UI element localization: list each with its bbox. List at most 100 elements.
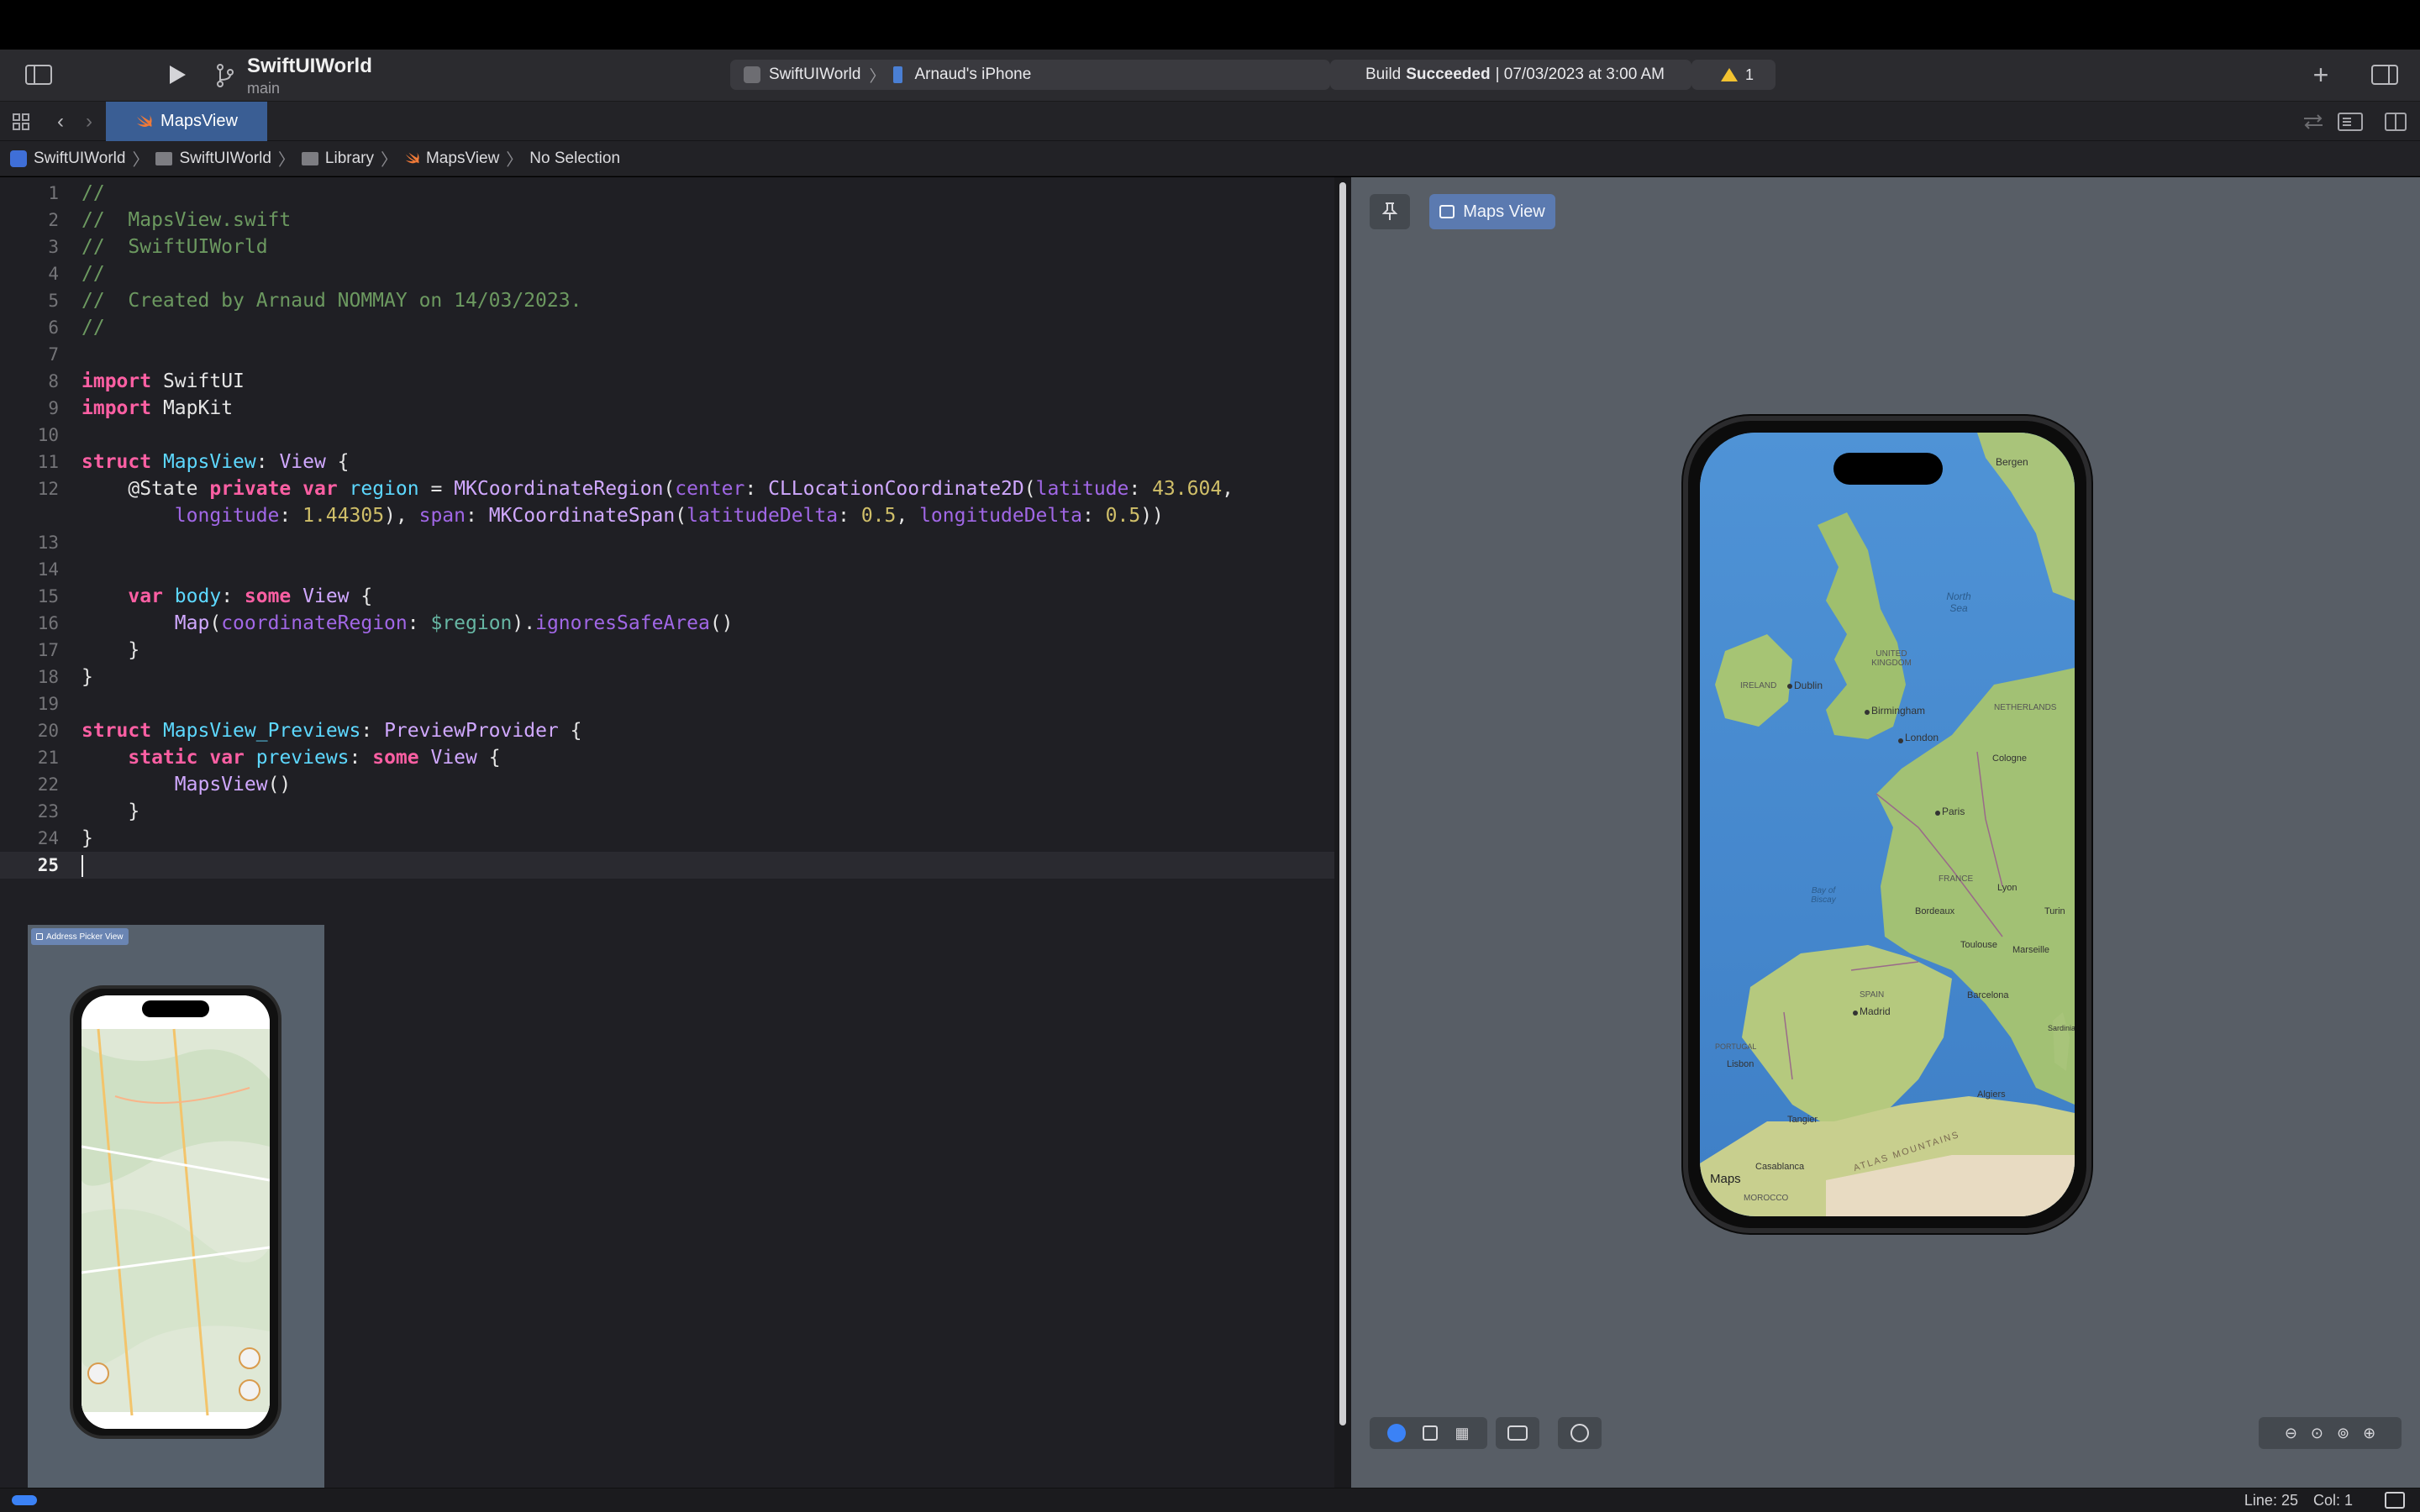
pin-icon — [1382, 202, 1397, 220]
device-selector-button[interactable] — [1558, 1417, 1602, 1449]
debug-toggle-button[interactable] — [2385, 1492, 2405, 1509]
code-line[interactable]: 10 — [0, 422, 1334, 449]
preview-mode-controls: ▦ — [1370, 1417, 1487, 1449]
code-line[interactable]: 22 MapsView() — [0, 771, 1334, 798]
line-number: 8 — [48, 371, 59, 391]
map-label: Turin — [2044, 906, 2065, 916]
breadcrumb-group[interactable]: SwiftUIWorld — [155, 150, 271, 168]
scheme-device[interactable]: Arnaud's iPhone — [914, 66, 1031, 84]
breadcrumb-project[interactable]: SwiftUIWorld — [10, 150, 125, 168]
map-label: Lyon — [1997, 883, 2018, 893]
map-label: IRELAND — [1740, 681, 1777, 690]
code-line[interactable]: 8 import SwiftUI — [0, 368, 1334, 395]
vertical-scrollbar[interactable] — [1339, 182, 1346, 1425]
map-view[interactable]: Bergen North Sea UNITED KINGDOM IRELAND … — [1700, 433, 2075, 1216]
maps-attribution[interactable]: Maps — [1710, 1172, 1741, 1186]
code-line[interactable]: 20 struct MapsView_Previews: PreviewProvi… — [0, 717, 1334, 744]
code-line[interactable]: 11 struct MapsView: View { — [0, 449, 1334, 475]
code-line[interactable]: 9 import MapKit — [0, 395, 1334, 422]
code-line[interactable]: 19 — [0, 690, 1334, 717]
code-line[interactable]: 15 var body: some View { — [0, 583, 1334, 610]
code-line[interactable]: 4// — [0, 260, 1334, 287]
city-marker — [1787, 684, 1792, 689]
code-line[interactable]: longitude: 1.44305), span: MKCoordinateS… — [0, 502, 1334, 529]
line-number: 9 — [48, 398, 59, 418]
editor-options-button[interactable] — [2336, 110, 2365, 134]
code-line[interactable]: 3// SwiftUIWorld — [0, 234, 1334, 260]
folder-icon — [155, 151, 173, 165]
device-settings-button[interactable] — [1496, 1417, 1539, 1449]
grid-button[interactable] — [10, 112, 32, 132]
warning-indicator[interactable]: 1 — [1691, 60, 1776, 90]
line-number: 15 — [37, 586, 59, 606]
line-number: 19 — [37, 694, 59, 714]
chevron-right-icon: 〉 — [869, 67, 886, 86]
code-line[interactable]: 16 Map(coordinateRegion: $region).ignore… — [0, 610, 1334, 637]
source-control-button[interactable] — [212, 61, 239, 90]
selectable-icon[interactable] — [1423, 1425, 1439, 1441]
toolbar: SwiftUIWorld main SwiftUIWorld 〉 Arnaud'… — [0, 50, 2420, 102]
map-label: MOROCCO — [1744, 1194, 1789, 1203]
preview-tab-label: Maps View — [1463, 202, 1545, 221]
map-label: UNITED KINGDOM — [1871, 649, 1912, 668]
add-button[interactable]: + — [2307, 59, 2334, 90]
zoom-in-icon[interactable]: ⊕ — [2363, 1425, 2375, 1442]
mini-map-image — [82, 995, 270, 1429]
code-line[interactable]: 14 — [0, 556, 1334, 583]
scheme-project[interactable]: SwiftUIWorld — [769, 66, 860, 84]
debug-area-indicator[interactable] — [12, 1495, 37, 1505]
floating-preview-window[interactable]: Address Picker View — [28, 925, 324, 1488]
code-line[interactable]: 23 } — [0, 798, 1334, 825]
current-line[interactable]: 25 — [0, 852, 1334, 879]
pin-preview-button[interactable] — [1370, 194, 1410, 229]
code-line[interactable]: 7 — [0, 341, 1334, 368]
code-line[interactable]: 18} — [0, 664, 1334, 690]
canvas-bottom-bar: ▦ ⊖ ⊙ ⊚ ⊕ — [1351, 1417, 2420, 1488]
editor-canvas-splitter[interactable] — [1334, 177, 1351, 1488]
inspector-toggle-button[interactable] — [2370, 63, 2400, 87]
build-time: | 07/03/2023 at 3:00 AM — [1495, 66, 1665, 83]
split-editor-button[interactable] — [2383, 110, 2408, 134]
breadcrumb-file[interactable]: MapsView — [404, 150, 499, 168]
map-label: Cologne — [1992, 753, 2027, 764]
folder-icon — [301, 151, 318, 165]
breadcrumb-folder[interactable]: Library — [301, 150, 374, 168]
run-button[interactable] — [164, 61, 191, 88]
code-line[interactable]: 24} — [0, 825, 1334, 852]
zoom-out-icon[interactable]: ⊖ — [2285, 1425, 2297, 1442]
back-button[interactable]: ‹ — [50, 110, 71, 134]
breadcrumb-symbol[interactable]: No Selection — [529, 150, 620, 168]
map-label: Sardinia — [2048, 1024, 2075, 1032]
preview-icon — [1439, 205, 1455, 218]
line-number: 16 — [37, 613, 59, 633]
forward-button[interactable]: › — [79, 110, 99, 134]
info-icon — [1570, 1424, 1589, 1442]
code-line[interactable]: 13 — [0, 529, 1334, 556]
map-label: Tangier — [1787, 1115, 1818, 1125]
project-name[interactable]: SwiftUIWorld — [247, 55, 372, 78]
line-number: 12 — [37, 479, 59, 499]
code-line[interactable]: 6// — [0, 314, 1334, 341]
live-preview-icon[interactable] — [1387, 1424, 1407, 1442]
code-line[interactable]: 12 @State private var region = MKCoordin… — [0, 475, 1334, 502]
code-line[interactable]: 17 } — [0, 637, 1334, 664]
tab-mapsview[interactable]: MapsView — [106, 102, 267, 141]
code-line[interactable]: 2// MapsView.swift — [0, 207, 1334, 234]
map-label: Paris — [1942, 806, 1965, 817]
mini-map-screen — [82, 995, 270, 1429]
code-line[interactable]: 21 static var previews: some View { — [0, 744, 1334, 771]
code-line[interactable]: 5// Created by Arnaud NOMMAY on 14/03/20… — [0, 287, 1334, 314]
map-label: Marseille — [2012, 945, 2050, 955]
preview-tab-maps-view[interactable]: Maps View — [1429, 194, 1555, 229]
scheme-selector[interactable]: SwiftUIWorld 〉 Arnaud's iPhone — [730, 60, 1330, 90]
code-line[interactable]: 1// — [0, 180, 1334, 207]
zoom-fit-icon[interactable]: ⊙ — [2311, 1425, 2323, 1442]
lines-icon — [2338, 113, 2363, 131]
related-items-button[interactable] — [2301, 110, 2326, 134]
map-label: London — [1905, 732, 1939, 743]
zoom-100-icon[interactable]: ⊚ — [2337, 1425, 2349, 1442]
plus-icon: + — [2312, 59, 2329, 90]
variants-grid-icon[interactable]: ▦ — [1455, 1425, 1469, 1442]
navigator-toggle-button[interactable] — [24, 63, 54, 87]
mini-preview-label[interactable]: Address Picker View — [31, 928, 129, 945]
